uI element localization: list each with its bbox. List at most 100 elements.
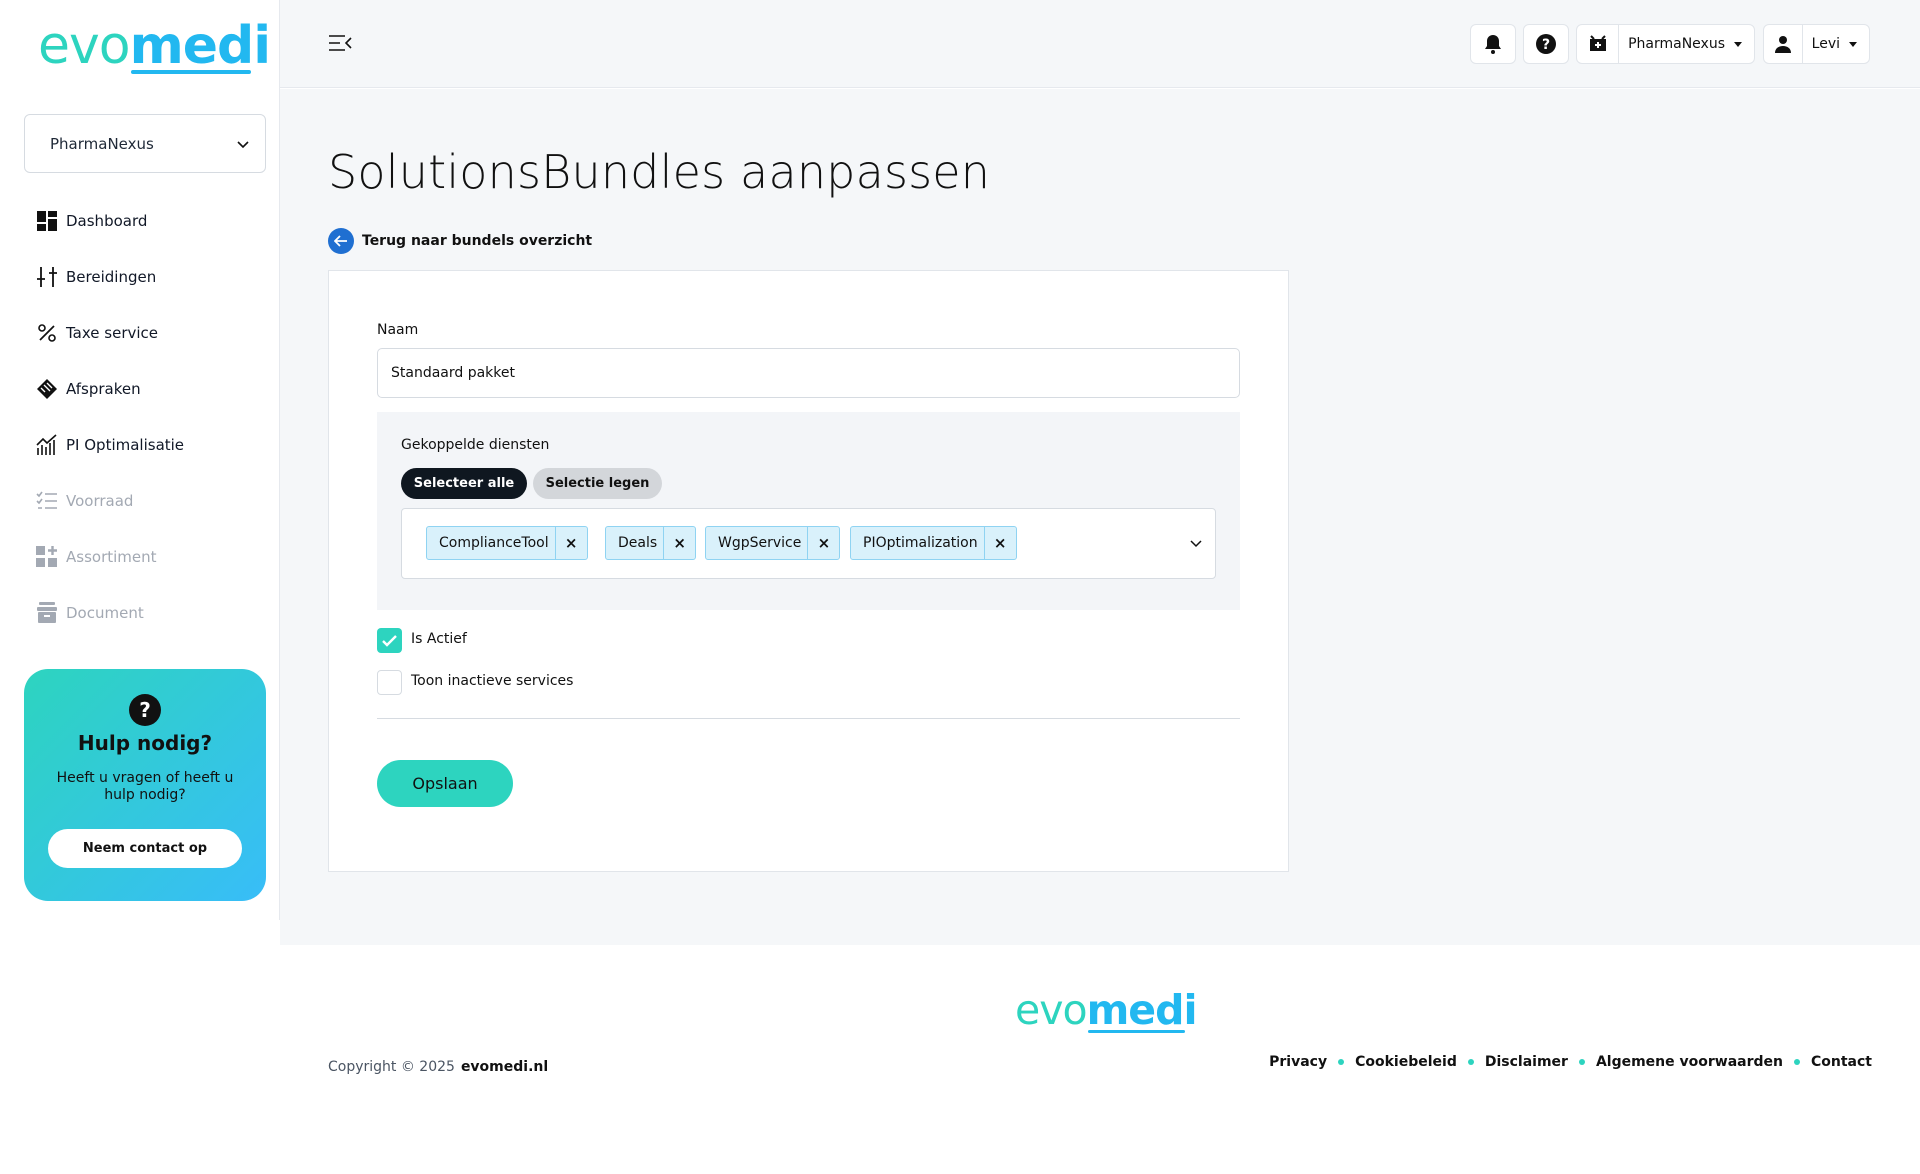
organization-select-value: PharmaNexus — [50, 134, 154, 153]
user-dropdown[interactable]: Levi — [1763, 24, 1870, 64]
user-icon — [1774, 36, 1791, 53]
checklist-icon — [36, 490, 58, 512]
evomedi-logo[interactable]: evomedi — [38, 18, 271, 74]
separator-dot — [1467, 1059, 1474, 1065]
help-text: Heeft u vragen of heeft u hulp nodig? — [56, 770, 234, 803]
service-tag: Deals × — [605, 526, 697, 560]
caret-down-icon — [1849, 41, 1857, 47]
dashboard-icon — [36, 210, 58, 232]
back-link[interactable]: Terug naar bundels overzicht — [328, 228, 592, 254]
remove-tag-icon[interactable]: × — [983, 527, 1016, 559]
sidebar-item-label: Document — [66, 604, 144, 622]
footer-logo-underline — [1088, 1030, 1185, 1033]
name-label: Naam — [377, 322, 419, 338]
bell-icon — [1485, 35, 1501, 54]
sidebar-item-dashboard[interactable]: Dashboard — [36, 193, 266, 249]
select-all-button[interactable]: Selecteer alle — [401, 468, 527, 499]
arrow-left-icon — [328, 228, 354, 254]
pharmacy-icon-cell — [1577, 25, 1620, 63]
main-content: SolutionsBundles aanpassen Terug naar bu… — [280, 89, 1920, 945]
chart-icon — [36, 434, 58, 456]
sidebar-item-label: Bereidingen — [66, 268, 157, 286]
pharmacy-dropdown[interactable]: PharmaNexus — [1576, 24, 1755, 64]
help-button[interactable]: ? — [1523, 24, 1569, 64]
footer-links: Privacy Cookiebeleid Disclaimer Algemene… — [1269, 1054, 1872, 1070]
linked-services-panel: Gekoppelde diensten Selecteer alle Selec… — [377, 412, 1240, 610]
service-tag-label: Deals — [618, 535, 658, 551]
sidebar-nav: Dashboard Bereidingen Taxe service Afspr… — [36, 193, 266, 641]
site-link[interactable]: evomedi.nl — [461, 1059, 548, 1075]
remove-tag-icon[interactable]: × — [663, 527, 695, 559]
pharmacy-dropdown-label: PharmaNexus — [1619, 36, 1754, 52]
help-title: Hulp nodig? — [77, 731, 213, 755]
menu-collapse-icon[interactable] — [328, 32, 352, 54]
archive-icon — [36, 602, 58, 624]
sidebar-item-afspraken[interactable]: Afspraken — [36, 361, 266, 417]
chevron-down-icon[interactable] — [1189, 536, 1203, 550]
svg-text:?: ? — [1542, 37, 1550, 53]
handshake-icon — [36, 378, 58, 400]
help-card: ? Hulp nodig? Heeft u vragen of heeft u … — [24, 669, 266, 901]
show-inactive-checkbox[interactable] — [377, 670, 402, 695]
sidebar-item-label: Taxe service — [66, 324, 159, 342]
caret-down-icon — [1734, 41, 1742, 47]
copyright: Copyright © 2025 evomedi.nl — [328, 1059, 549, 1075]
save-button[interactable]: Opslaan — [377, 760, 513, 807]
separator-dot — [1794, 1059, 1800, 1065]
contact-button[interactable]: Neem contact op — [48, 829, 242, 868]
grid-add-icon — [36, 546, 58, 568]
service-tag: ComplianceTool × — [426, 526, 588, 560]
organization-select[interactable]: PharmaNexus — [24, 114, 266, 173]
remove-tag-icon[interactable]: × — [554, 527, 587, 559]
sidebar-item-document: Document — [36, 585, 266, 641]
services-multiselect[interactable]: ComplianceTool × Deals × WgpService × PI… — [401, 508, 1216, 579]
footer-link-contact[interactable]: Contact — [1811, 1054, 1872, 1070]
separator-dot — [1338, 1059, 1345, 1065]
show-inactive-label: Toon inactieve services — [411, 673, 574, 689]
sidebar-item-assortiment: Assortiment — [36, 529, 266, 585]
remove-tag-icon[interactable]: × — [807, 527, 839, 559]
linked-services-label: Gekoppelde diensten — [401, 437, 550, 453]
footer-link-disclaimer[interactable]: Disclaimer — [1485, 1054, 1568, 1070]
is-active-checkbox[interactable] — [377, 628, 402, 653]
footer-logo[interactable]: evomedi — [1015, 988, 1198, 1032]
tools-icon — [36, 266, 58, 288]
page-title: SolutionsBundles aanpassen — [328, 145, 991, 199]
top-bar: ? PharmaNexus Levi — [280, 0, 1920, 88]
is-active-label: Is Actief — [411, 631, 467, 647]
form-divider — [377, 718, 1240, 719]
sidebar-item-bereidingen[interactable]: Bereidingen — [36, 249, 266, 305]
footer: evomedi Copyright © 2025 evomedi.nl Priva… — [280, 945, 1920, 1174]
back-link-label: Terug naar bundels overzicht — [362, 233, 593, 249]
service-tag-label: WgpService — [718, 535, 802, 551]
notifications-button[interactable] — [1470, 24, 1516, 64]
sidebar-item-label: Afspraken — [66, 380, 141, 398]
footer-link-algemene-voorwaarden[interactable]: Algemene voorwaarden — [1596, 1054, 1783, 1070]
name-input-value: Standaard pakket — [391, 365, 516, 381]
sidebar-item-label: PI Optimalisatie — [66, 436, 185, 454]
bundle-form-card: Naam Standaard pakket Gekoppelde dienste… — [328, 270, 1289, 872]
logo-underline — [131, 70, 251, 74]
help-circle-icon: ? — [1536, 34, 1556, 54]
percent-icon — [36, 322, 58, 344]
footer-link-cookiebeleid[interactable]: Cookiebeleid — [1355, 1054, 1457, 1070]
chevron-down-icon — [237, 140, 249, 148]
check-icon — [382, 634, 397, 647]
separator-dot — [1578, 1059, 1585, 1065]
service-tag: WgpService × — [705, 526, 841, 560]
sidebar-item-voorraad: Voorraad — [36, 473, 266, 529]
question-icon: ? — [129, 694, 161, 726]
name-input[interactable]: Standaard pakket — [377, 348, 1240, 398]
sidebar: evomedi PharmaNexus Dashboard Bereidinge… — [0, 0, 280, 920]
user-icon-cell — [1764, 25, 1803, 63]
sidebar-item-taxe-service[interactable]: Taxe service — [36, 305, 266, 361]
service-tag-label: ComplianceTool — [439, 535, 549, 551]
user-dropdown-label: Levi — [1803, 36, 1869, 52]
service-tag: PIOptimalization × — [850, 526, 1017, 560]
pharmacy-icon — [1589, 35, 1606, 51]
footer-link-privacy[interactable]: Privacy — [1269, 1054, 1327, 1070]
sidebar-item-pi-optimalisatie[interactable]: PI Optimalisatie — [36, 417, 266, 473]
sidebar-item-label: Assortiment — [66, 548, 157, 566]
sidebar-item-label: Dashboard — [66, 212, 148, 230]
clear-selection-button[interactable]: Selectie legen — [533, 468, 662, 499]
